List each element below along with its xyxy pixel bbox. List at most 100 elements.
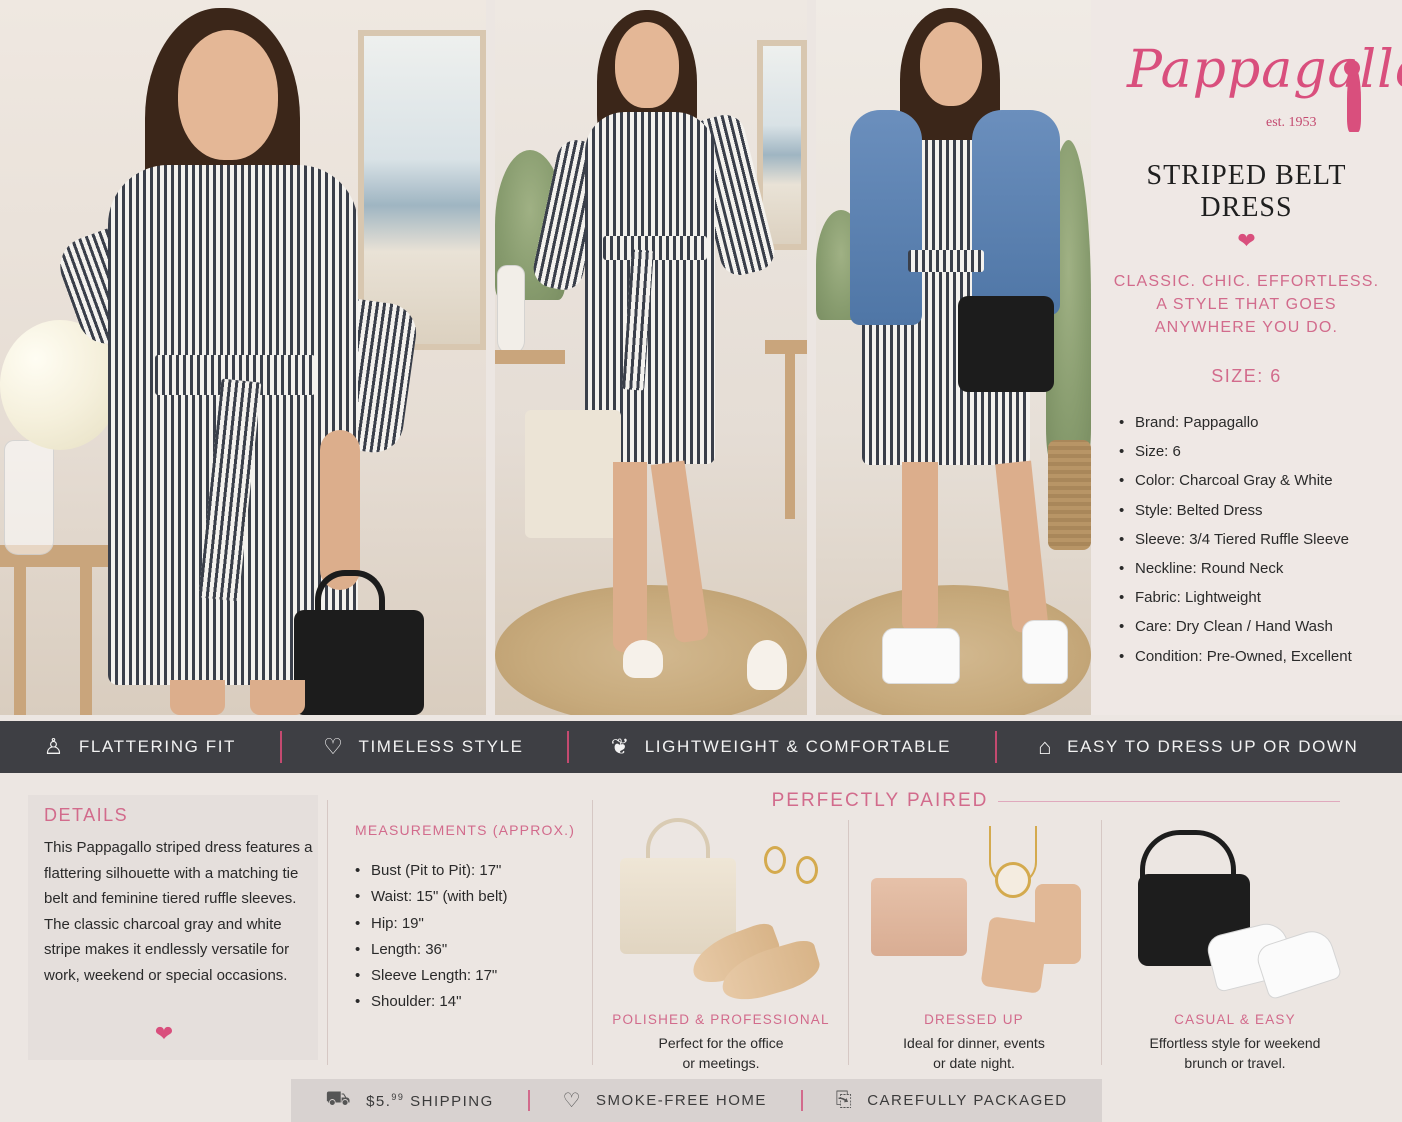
pairing-polished: POLISHED & PROFESSIONAL Perfect for the … xyxy=(596,810,846,1075)
pairing-desc-line: or meetings. xyxy=(682,1054,760,1071)
block-heel-sandal xyxy=(1035,884,1081,964)
model-leg xyxy=(613,462,647,652)
measurement-item: Sleeve Length: 17" xyxy=(355,963,585,990)
heart-icon: ❤ xyxy=(154,1021,174,1046)
shipping-cents: 99 xyxy=(391,1091,405,1102)
feature-timeless-style: ♡ TIMELESS STYLE xyxy=(279,721,568,773)
measurements-list: Bust (Pit to Pit): 17" Waist: 15" (with … xyxy=(355,858,585,1016)
pairing-dressed-up: DRESSED UP Ideal for dinner, events or d… xyxy=(849,810,1099,1075)
heart-outline-icon: ♡ xyxy=(562,1090,583,1112)
tie-belt xyxy=(603,236,707,260)
feature-label: FLATTERING FIT xyxy=(78,737,237,756)
console-table-leg xyxy=(785,354,795,519)
glass-vase xyxy=(4,440,54,555)
spec-item: Size: 6 xyxy=(1119,437,1399,466)
feature-label: LIGHTWEIGHT & COMFORTABLE xyxy=(644,737,952,756)
pairing-caption: POLISHED & PROFESSIONAL xyxy=(612,1012,830,1027)
pendant xyxy=(995,862,1031,898)
pairing-caption: DRESSED UP xyxy=(924,1012,1024,1027)
product-photo-front-closeup xyxy=(0,0,486,715)
truck-icon: ⛟ xyxy=(325,1088,353,1110)
pairing-description: Perfect for the office or meetings. xyxy=(596,1034,846,1073)
trust-packaged: ⎘ CAREFULLY PACKAGED xyxy=(801,1079,1102,1122)
title-rule xyxy=(998,801,1340,802)
measurement-item: Length: 36" xyxy=(355,937,585,964)
spec-item: Care: Dry Clean / Hand Wash xyxy=(1119,612,1399,641)
details-text: This Pappagallo striped dress features a… xyxy=(44,839,313,984)
tie-belt xyxy=(908,250,984,272)
console-table xyxy=(765,340,807,354)
tagline-line: CLASSIC. CHIC. EFFORTLESS. xyxy=(1113,273,1380,290)
pairing-desc-line: Perfect for the office xyxy=(658,1035,784,1051)
side-table-leg xyxy=(14,567,26,715)
dress-icon: ♙ xyxy=(43,734,65,759)
details-title: DETAILS xyxy=(44,805,129,825)
pairings-title: PERFECTLY PAIRED xyxy=(771,790,989,811)
trust-shipping: ⛟ $5.99 SHIPPING xyxy=(291,1079,528,1122)
pump-heel xyxy=(747,640,787,690)
heart-outline-icon: ♡ xyxy=(323,734,345,759)
leaf-icon: ❦ xyxy=(610,734,631,759)
measurement-item: Bust (Pit to Pit): 17" xyxy=(355,858,585,885)
black-handbag xyxy=(294,610,424,715)
white-vase xyxy=(497,265,525,355)
spec-item: Brand: Pappagallo xyxy=(1119,408,1399,437)
pairing-casual: CASUAL & EASY Effortless style for weeke… xyxy=(1110,810,1360,1075)
white-sneaker xyxy=(882,628,960,684)
divider xyxy=(1101,820,1102,1065)
spec-item: Sleeve: 3/4 Tiered Ruffle Sleeve xyxy=(1119,525,1399,554)
parrot-icon xyxy=(1344,60,1361,132)
pairing-desc-line: Ideal for dinner, events xyxy=(903,1035,1045,1051)
measurement-item: Shoulder: 14" xyxy=(355,989,585,1016)
feature-label: TIMELESS STYLE xyxy=(358,737,524,756)
divider xyxy=(592,800,593,1065)
denim-jacket-left xyxy=(850,110,922,325)
product-title-text: STRIPED BELT DRESS xyxy=(1146,160,1347,223)
trust-label: SMOKE-FREE HOME xyxy=(596,1092,767,1109)
tagline-line: ANYWHERE YOU DO. xyxy=(1154,319,1339,336)
feature-dress-up-down: ⌂ EASY TO DRESS UP OR DOWN xyxy=(994,721,1402,773)
feature-flattering-fit: ♙ FLATTERING FIT xyxy=(0,721,280,773)
pairing-desc-line: Effortless style for weekend xyxy=(1149,1035,1321,1051)
black-crossbody-bag xyxy=(958,296,1054,392)
product-tagline: CLASSIC. CHIC. EFFORTLESS. A STYLE THAT … xyxy=(1091,270,1402,339)
model-leg xyxy=(902,462,938,632)
gift-icon: ⎘ xyxy=(835,1089,854,1111)
hoop-earring xyxy=(764,846,786,874)
measurements-section: MEASUREMENTS (APPROX.) Bust (Pit to Pit)… xyxy=(355,822,585,1016)
model-arm xyxy=(320,430,360,590)
shipping-label: $5.99 SHIPPING xyxy=(366,1092,494,1110)
size-label: SIZE: 6 xyxy=(1211,366,1282,386)
product-photo-denim-jacket xyxy=(816,0,1091,715)
pairing-caption: CASUAL & EASY xyxy=(1174,1012,1296,1027)
model-face xyxy=(178,30,278,160)
pairing-desc-line: brunch or travel. xyxy=(1184,1054,1286,1071)
model-face xyxy=(615,22,679,108)
spec-item: Style: Belted Dress xyxy=(1119,496,1399,525)
feature-label: EASY TO DRESS UP OR DOWN xyxy=(1067,737,1359,756)
product-info-panel: Pappagallo est. 1953 STRIPED BELT DRESS … xyxy=(1091,0,1402,715)
product-title: STRIPED BELT DRESS xyxy=(1091,160,1402,224)
measurement-item: Hip: 19" xyxy=(355,911,585,938)
details-section: DETAILS This Pappagallo striped dress fe… xyxy=(28,795,318,1060)
pairing-description: Ideal for dinner, events or date night. xyxy=(849,1034,1099,1073)
pairing-description: Effortless style for weekend brunch or t… xyxy=(1110,1034,1360,1073)
console-table xyxy=(495,350,565,364)
spec-item: Neckline: Round Neck xyxy=(1119,554,1399,583)
spec-item: Fabric: Lightweight xyxy=(1119,583,1399,612)
hanger-icon: ⌂ xyxy=(1038,734,1054,759)
trust-smoke-free: ♡ SMOKE-FREE HOME xyxy=(528,1079,801,1122)
heart-icon: ❤ xyxy=(1237,228,1256,253)
trust-label: CAREFULLY PACKAGED xyxy=(867,1092,1068,1109)
product-photo-full-length-heels xyxy=(495,0,807,715)
spec-list: Brand: Pappagallo Size: 6 Color: Charcoa… xyxy=(1119,408,1399,671)
woven-basket xyxy=(1048,440,1091,550)
tagline-line: A STYLE THAT GOES xyxy=(1156,296,1337,313)
shipping-price: $5. xyxy=(366,1092,392,1110)
model-face xyxy=(920,22,982,106)
spec-item: Color: Charcoal Gray & White xyxy=(1119,466,1399,495)
model-leg xyxy=(170,680,225,715)
measurements-title: MEASUREMENTS (APPROX.) xyxy=(355,822,576,838)
cream-tote xyxy=(525,410,621,538)
white-sneaker xyxy=(1022,620,1068,684)
